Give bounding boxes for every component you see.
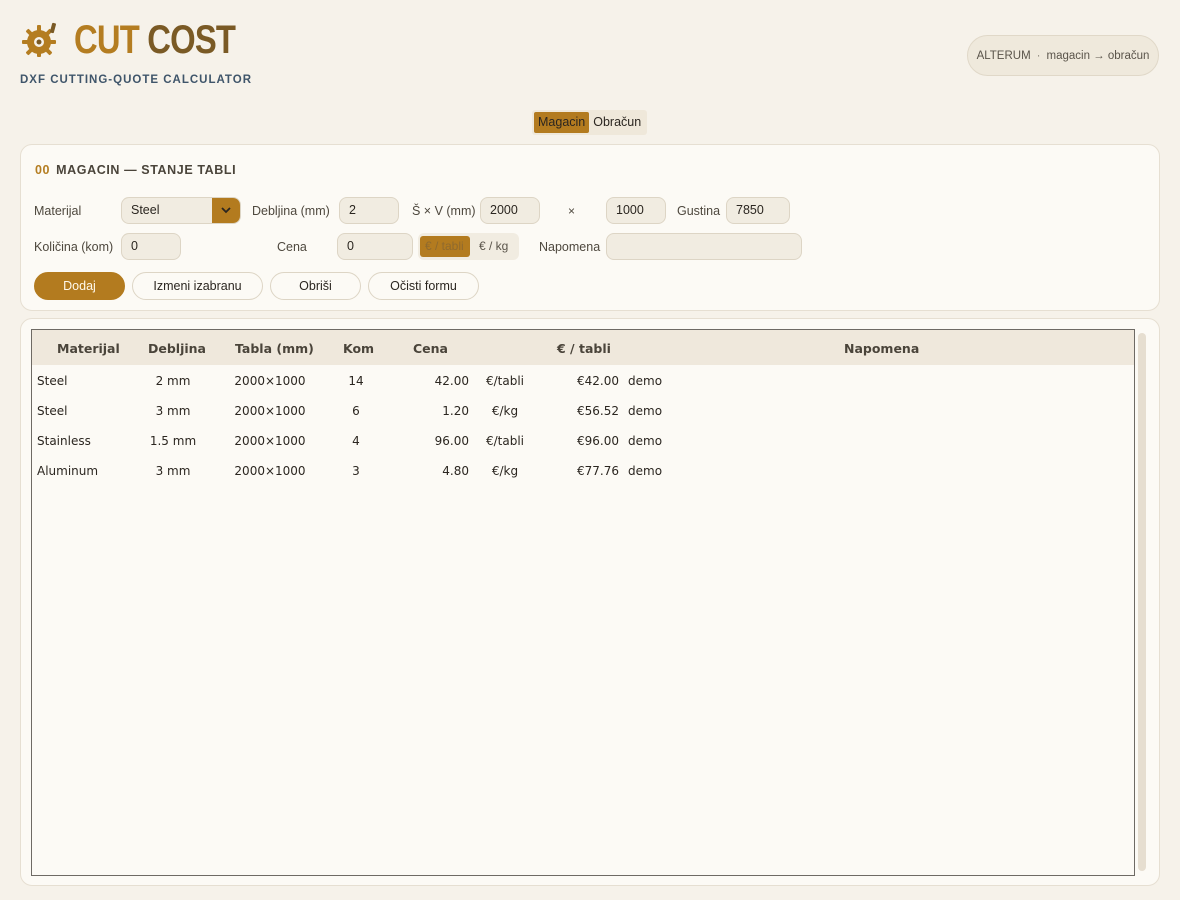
thickness-label: Debljina (mm) (252, 204, 330, 218)
chevron-down-icon[interactable] (212, 198, 240, 223)
cell-note: demo (628, 404, 663, 418)
table-row[interactable]: Stainless 1.5 mm 2000×1000 4 96.00 €/tab… (32, 426, 1134, 456)
cell-per-sheet: €42.00 (577, 374, 619, 388)
inventory-table: Materijal Debljina Tabla (mm) Kom Cena €… (31, 329, 1135, 876)
cell-thickness: 3 mm (155, 404, 191, 418)
table-row[interactable]: Aluminum 3 mm 2000×1000 3 4.80 €/kg €77.… (32, 456, 1134, 486)
gear-icon (22, 22, 57, 57)
col-price[interactable]: Cena (413, 330, 448, 368)
inventory-form-card: 00 MAGACIN — STANJE TABLI Materijal Steel… (20, 144, 1160, 311)
app-subtitle: DXF CUTTING-QUOTE CALCULATOR (20, 74, 253, 86)
cell-unit: €/kg (491, 464, 519, 478)
pill-left: ALTERUM (976, 49, 1031, 62)
cell-qty: 4 (352, 434, 360, 448)
cell-note: demo (628, 464, 663, 478)
tab-magacin[interactable]: Magacin (534, 112, 590, 133)
col-material[interactable]: Materijal (57, 330, 120, 368)
section-title: 00 MAGACIN — STANJE TABLI (35, 163, 236, 177)
cell-sheet: 2000×1000 (234, 434, 306, 448)
cell-thickness: 2 mm (155, 374, 191, 388)
material-selected-value: Steel (131, 203, 160, 217)
cell-sheet: 2000×1000 (234, 404, 306, 418)
price-label: Cena (277, 240, 307, 254)
cell-per-sheet: €56.52 (577, 404, 619, 418)
cell-per-sheet: €96.00 (577, 434, 619, 448)
cell-unit: €/tabli (485, 374, 525, 388)
tab-obracun[interactable]: Obračun (589, 112, 645, 133)
cell-thickness: 1.5 mm (149, 434, 197, 448)
col-per-sheet[interactable]: € / tabli (557, 330, 611, 368)
table-row[interactable]: Steel 2 mm 2000×1000 14 42.00 €/tabli €4… (32, 366, 1134, 396)
cell-note: demo (628, 434, 663, 448)
info-pill: ALTERUM · magacin → obračun (967, 35, 1159, 76)
cell-material: Steel (37, 374, 68, 388)
cell-material: Steel (37, 404, 68, 418)
col-note[interactable]: Napomena (844, 330, 919, 368)
density-label: Gustina (677, 204, 721, 218)
cell-price: 42.00 (434, 374, 469, 388)
note-input[interactable] (606, 233, 802, 260)
section-title-text: MAGACIN — STANJE TABLI (56, 163, 237, 177)
size-label: Š × V (mm) (412, 204, 476, 218)
thickness-input[interactable]: 2 (339, 197, 399, 224)
cell-note: demo (628, 374, 663, 388)
cell-qty: 14 (348, 374, 364, 388)
density-input[interactable]: 7850 (726, 197, 790, 224)
quantity-label: Količina (kom) (34, 240, 114, 254)
cell-thickness: 3 mm (155, 464, 191, 478)
delete-button[interactable]: Obriši (270, 272, 361, 300)
cell-unit: €/tabli (485, 434, 525, 448)
cell-price: 96.00 (434, 434, 469, 448)
price-input[interactable]: 0 (337, 233, 413, 260)
cell-qty: 3 (352, 464, 360, 478)
unit-option-per-sheet[interactable]: € / tabli (420, 236, 470, 257)
pill-right: magacin → obračun (1046, 49, 1150, 62)
edit-selected-button[interactable]: Izmeni izabranu (132, 272, 263, 300)
material-label: Materijal (34, 204, 82, 218)
pill-separator: · (1036, 49, 1041, 62)
col-thickness[interactable]: Debljina (148, 330, 206, 368)
times-sign: × (568, 204, 576, 218)
section-number: 00 (35, 163, 51, 177)
material-select[interactable]: Steel (121, 197, 241, 224)
cell-material: Aluminum (37, 464, 99, 478)
unit-option-per-kg[interactable]: € / kg (474, 236, 513, 257)
col-qty[interactable]: Kom (343, 330, 374, 368)
cell-price: 4.80 (442, 464, 469, 478)
logo: CUT COST (22, 18, 270, 62)
cell-price: 1.20 (442, 404, 469, 418)
col-sheet[interactable]: Tabla (mm) (235, 330, 314, 368)
width-input[interactable]: 2000 (480, 197, 540, 224)
main-tabs: Magacin Obračun (532, 110, 648, 135)
price-unit-toggle: € / tabli € / kg (418, 233, 519, 260)
quantity-input[interactable]: 0 (121, 233, 181, 260)
add-button[interactable]: Dodaj (34, 272, 125, 300)
brand-title: CUT COST (74, 18, 236, 62)
cell-qty: 6 (352, 404, 360, 418)
table-row[interactable]: Steel 3 mm 2000×1000 6 1.20 €/kg €56.52 … (32, 396, 1134, 426)
table-header: Materijal Debljina Tabla (mm) Kom Cena €… (32, 330, 1134, 365)
cell-unit: €/kg (491, 404, 519, 418)
table-scrollbar[interactable] (1138, 333, 1146, 871)
inventory-table-card: Materijal Debljina Tabla (mm) Kom Cena €… (20, 318, 1160, 886)
height-input[interactable]: 1000 (606, 197, 666, 224)
note-label: Napomena (539, 240, 601, 254)
cell-material: Stainless (37, 434, 91, 448)
cell-per-sheet: €77.76 (577, 464, 619, 478)
clear-form-button[interactable]: Očisti formu (368, 272, 479, 300)
cell-sheet: 2000×1000 (234, 464, 306, 478)
cell-sheet: 2000×1000 (234, 374, 306, 388)
